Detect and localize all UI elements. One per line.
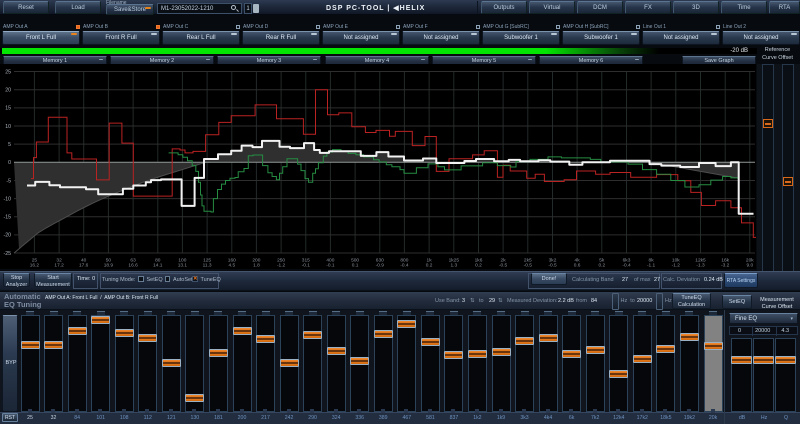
svg-text:-10: -10 bbox=[4, 196, 12, 202]
svg-text:-5: -5 bbox=[6, 178, 11, 184]
svg-text:25: 25 bbox=[5, 69, 11, 75]
svg-text:17.6: 17.6 bbox=[79, 263, 89, 269]
svg-text:18.9: 18.9 bbox=[104, 263, 114, 269]
svg-text:5: 5 bbox=[8, 142, 11, 148]
svg-text:16.2: 16.2 bbox=[30, 263, 40, 269]
svg-text:9.0: 9.0 bbox=[746, 263, 753, 269]
svg-text:-0.9: -0.9 bbox=[376, 263, 385, 269]
svg-text:13.1: 13.1 bbox=[178, 263, 188, 269]
svg-text:14.1: 14.1 bbox=[153, 263, 163, 269]
svg-text:-0.5: -0.5 bbox=[524, 263, 533, 269]
svg-text:0: 0 bbox=[8, 160, 11, 166]
svg-text:-1.2: -1.2 bbox=[277, 263, 286, 269]
svg-text:-25: -25 bbox=[4, 251, 12, 257]
svg-text:-0.4: -0.4 bbox=[400, 263, 409, 269]
svg-text:11.3: 11.3 bbox=[203, 263, 212, 269]
svg-text:-1.1: -1.1 bbox=[647, 263, 656, 269]
svg-text:-0.5: -0.5 bbox=[548, 263, 557, 269]
svg-text:-20: -20 bbox=[4, 233, 12, 239]
svg-text:4.5: 4.5 bbox=[228, 263, 235, 269]
svg-text:-15: -15 bbox=[4, 215, 12, 221]
svg-text:-0.1: -0.1 bbox=[326, 263, 335, 269]
svg-text:0.2: 0.2 bbox=[598, 263, 605, 269]
svg-text:10: 10 bbox=[5, 124, 11, 130]
svg-text:-1.3: -1.3 bbox=[696, 263, 705, 269]
svg-text:-1.2: -1.2 bbox=[672, 263, 681, 269]
svg-text:-0.4: -0.4 bbox=[622, 263, 631, 269]
svg-text:1.8: 1.8 bbox=[253, 263, 260, 269]
svg-text:1.3: 1.3 bbox=[450, 263, 457, 269]
svg-text:16.6: 16.6 bbox=[128, 263, 138, 269]
svg-text:17.2: 17.2 bbox=[54, 263, 64, 269]
svg-text:0.6: 0.6 bbox=[574, 263, 581, 269]
svg-text:20: 20 bbox=[5, 88, 11, 94]
svg-text:-3.2: -3.2 bbox=[721, 263, 730, 269]
svg-text:0.2: 0.2 bbox=[475, 263, 482, 269]
svg-text:0.1: 0.1 bbox=[352, 263, 359, 269]
svg-text:0.2: 0.2 bbox=[426, 263, 433, 269]
svg-text:-0.5: -0.5 bbox=[499, 263, 508, 269]
svg-text:-0.1: -0.1 bbox=[302, 263, 311, 269]
svg-text:15: 15 bbox=[5, 106, 11, 112]
